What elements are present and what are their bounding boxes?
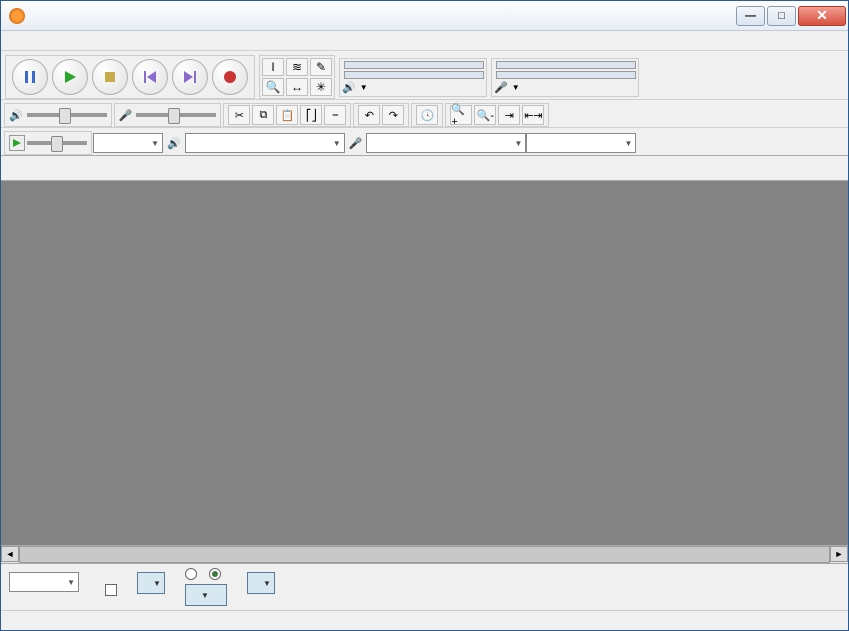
meter-dropdown-icon[interactable]: ▼ xyxy=(360,83,368,92)
copy-button[interactable]: ⧉ xyxy=(252,105,274,125)
mic-icon: 🎤 xyxy=(494,81,508,94)
paste-button[interactable]: 📋 xyxy=(276,105,298,125)
cut-button[interactable]: ✂ xyxy=(228,105,250,125)
output-volume: 🔊 xyxy=(4,103,112,127)
draw-tool[interactable]: ✎ xyxy=(310,58,332,76)
selection-bar: ▼ ▼ ▼ xyxy=(1,563,848,610)
scroll-right-button[interactable]: ► xyxy=(830,546,848,562)
input-device-select[interactable] xyxy=(366,133,526,153)
timeline-ruler[interactable] xyxy=(1,155,848,181)
input-volume: 🎤 xyxy=(114,103,222,127)
input-channels-select[interactable] xyxy=(526,133,636,153)
stop-button[interactable] xyxy=(92,59,128,95)
zoom-buttons: 🔍+ 🔍- ⇥ ⇤⇥ xyxy=(445,103,549,127)
trim-button[interactable]: ⎡⎦ xyxy=(300,105,322,125)
output-device-select[interactable] xyxy=(185,133,345,153)
redo-button[interactable]: ↷ xyxy=(382,105,404,125)
menubar xyxy=(1,31,848,51)
edit-buttons: ✂ ⧉ 📋 ⎡⎦ ⎯ xyxy=(223,103,351,127)
timeshift-tool[interactable]: ↔ xyxy=(286,78,308,96)
meters: 🔊▼ 🎤▼ xyxy=(337,56,641,99)
transcription-play xyxy=(4,131,92,155)
silence-button[interactable]: ⎯ xyxy=(324,105,346,125)
speaker-icon: 🔊 xyxy=(9,109,23,122)
playback-meter[interactable]: 🔊▼ xyxy=(339,58,487,97)
playback-speed-slider[interactable] xyxy=(27,141,87,145)
length-radio[interactable] xyxy=(209,568,221,580)
toolbar-device: 🔊 🎤 xyxy=(1,127,848,155)
zoom-out-button[interactable]: 🔍- xyxy=(474,105,496,125)
titlebar: — □ ✕ xyxy=(1,1,848,31)
selection-start-time[interactable]: ▼ xyxy=(137,572,165,594)
play-at-speed-button[interactable] xyxy=(9,135,25,151)
multi-tool[interactable]: ✳ xyxy=(310,78,332,96)
app-icon xyxy=(9,8,25,24)
audio-position-time[interactable]: ▼ xyxy=(247,572,275,594)
status-bar xyxy=(1,610,848,630)
zoom-tool[interactable]: 🔍 xyxy=(262,78,284,96)
scroll-thumb[interactable] xyxy=(19,546,830,563)
skip-start-button[interactable] xyxy=(132,59,168,95)
record-meter[interactable]: 🎤▼ xyxy=(491,58,639,97)
sync-buttons: 🕓 xyxy=(411,103,443,127)
speaker-icon: 🔊 xyxy=(342,81,356,94)
zoom-in-button[interactable]: 🔍+ xyxy=(450,105,472,125)
fit-project-button[interactable]: ⇤⇥ xyxy=(522,105,544,125)
pause-button[interactable] xyxy=(12,59,48,95)
app-window: — □ ✕ I ≋ ✎ 🔍 ↔ ✳ 🔊▼ xyxy=(0,0,849,631)
skip-end-button[interactable] xyxy=(172,59,208,95)
scroll-left-button[interactable]: ◄ xyxy=(1,546,19,562)
record-button[interactable] xyxy=(212,59,248,95)
tools-palette: I ≋ ✎ 🔍 ↔ ✳ xyxy=(259,55,335,99)
fit-selection-button[interactable]: ⇥ xyxy=(498,105,520,125)
mic-icon: 🎤 xyxy=(345,137,367,150)
undo-buttons: ↶ ↷ xyxy=(353,103,409,127)
scroll-track[interactable] xyxy=(19,546,830,563)
audio-host-select[interactable] xyxy=(93,133,163,153)
toolbar-transport: I ≋ ✎ 🔍 ↔ ✳ 🔊▼ 🎤▼ xyxy=(1,51,848,99)
meter-dropdown-icon[interactable]: ▼ xyxy=(512,83,520,92)
transport-controls xyxy=(5,55,255,99)
input-volume-slider[interactable] xyxy=(136,113,216,117)
tracks-area xyxy=(1,181,848,545)
close-button[interactable]: ✕ xyxy=(798,6,846,26)
end-radio[interactable] xyxy=(185,568,197,580)
speaker-icon: 🔊 xyxy=(163,137,185,150)
output-volume-slider[interactable] xyxy=(27,113,107,117)
minimize-button[interactable]: — xyxy=(736,6,765,26)
selection-tool[interactable]: I xyxy=(262,58,284,76)
mic-icon: 🎤 xyxy=(119,109,133,122)
snap-to-checkbox[interactable] xyxy=(105,584,117,596)
project-rate-select[interactable] xyxy=(9,572,79,592)
toolbar-edit: 🔊 🎤 ✂ ⧉ 📋 ⎡⎦ ⎯ ↶ ↷ 🕓 🔍+ 🔍- ⇥ ⇤⇥ xyxy=(1,99,848,127)
maximize-button[interactable]: □ xyxy=(767,6,796,26)
horizontal-scrollbar: ◄ ► xyxy=(1,545,848,563)
envelope-tool[interactable]: ≋ xyxy=(286,58,308,76)
play-button[interactable] xyxy=(52,59,88,95)
sync-lock-button[interactable]: 🕓 xyxy=(416,105,438,125)
undo-button[interactable]: ↶ xyxy=(358,105,380,125)
selection-length-time[interactable]: ▼ xyxy=(185,584,227,606)
